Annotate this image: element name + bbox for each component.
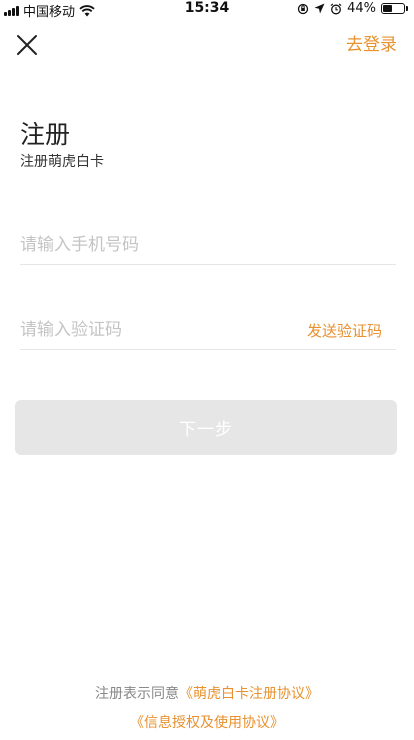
phone-input[interactable] bbox=[20, 234, 396, 255]
code-field-row: 发送验证码 bbox=[20, 310, 396, 350]
status-bar: 中国移动 15:34 44% bbox=[0, 0, 414, 20]
next-step-button[interactable]: 下一步 bbox=[15, 400, 397, 455]
close-button[interactable] bbox=[14, 32, 40, 58]
register-agreement-link[interactable]: 《萌虎白卡注册协议》 bbox=[179, 686, 319, 702]
phone-field-row bbox=[20, 225, 396, 265]
location-icon bbox=[314, 3, 325, 14]
agreement-line-2: 《信息授权及使用协议》 bbox=[0, 712, 414, 732]
orientation-lock-icon bbox=[297, 3, 309, 14]
page-subtitle: 注册萌虎白卡 bbox=[20, 154, 104, 170]
register-screen: 中国移动 15:34 44% 去登录 注册 注册萌虎白卡 请输入手机号码 请输入… bbox=[0, 0, 414, 740]
battery-icon bbox=[381, 3, 408, 14]
close-icon bbox=[17, 35, 37, 55]
alarm-icon bbox=[330, 3, 342, 14]
go-login-link[interactable]: 去登录 bbox=[346, 30, 397, 55]
agreement-prefix: 注册表示同意 bbox=[95, 686, 179, 702]
agreement-line-1: 注册表示同意《萌虎白卡注册协议》 bbox=[0, 683, 414, 703]
battery-percent: 44% bbox=[347, 1, 376, 16]
info-authorization-agreement-link[interactable]: 《信息授权及使用协议》 bbox=[130, 715, 284, 731]
battery-level bbox=[383, 5, 392, 12]
status-right: 44% bbox=[297, 1, 408, 16]
send-code-button[interactable]: 发送验证码 bbox=[307, 320, 382, 341]
page-title: 注册 bbox=[20, 120, 71, 149]
